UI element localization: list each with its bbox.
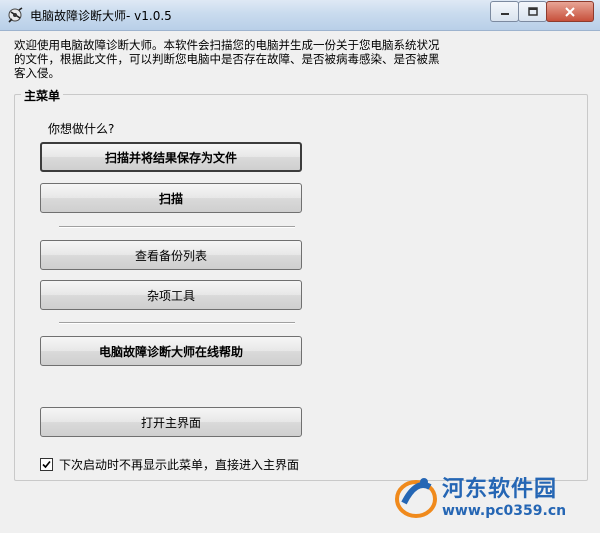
- title-bar: 电脑故障诊断大师- v1.0.5: [0, 0, 600, 31]
- window-title: 电脑故障诊断大师- v1.0.5: [30, 9, 172, 23]
- checkmark-icon: [42, 460, 51, 469]
- minimize-icon: [500, 12, 509, 15]
- window-controls: [490, 1, 594, 22]
- close-button[interactable]: [546, 1, 594, 22]
- intro-text: 欢迎使用电脑故障诊断大师。本软件会扫描您的电脑并生成一份关于您电脑系统状况的文件…: [14, 38, 440, 80]
- separator: [59, 226, 295, 228]
- watermark-logo-icon: [395, 478, 437, 518]
- open-main-interface-button[interactable]: 打开主界面: [40, 407, 302, 437]
- watermark-name: 河东软件园: [442, 476, 558, 502]
- dialog-body: 欢迎使用电脑故障诊断大师。本软件会扫描您的电脑并生成一份关于您电脑系统状况的文件…: [8, 31, 592, 526]
- main-menu-label: 主菜单: [21, 87, 64, 104]
- skip-menu-checkbox[interactable]: [40, 458, 53, 471]
- close-icon: [565, 6, 575, 17]
- online-help-button[interactable]: 电脑故障诊断大师在线帮助: [40, 336, 302, 366]
- skip-menu-checkbox-row[interactable]: 下次启动时不再显示此菜单，直接进入主界面: [40, 456, 299, 473]
- question-label: 你想做什么?: [48, 122, 115, 136]
- maximize-icon: [527, 7, 538, 16]
- view-backup-list-button[interactable]: 查看备份列表: [40, 240, 302, 270]
- watermark-url: www.pc0359.cn: [442, 503, 567, 519]
- main-menu-group: 主菜单 你想做什么? 扫描并将结果保存为文件 扫描 查看备份列表 杂项工具 电脑…: [14, 87, 588, 481]
- watermark: 河东软件园 www.pc0359.cn: [394, 469, 594, 529]
- scan-and-save-button[interactable]: 扫描并将结果保存为文件: [40, 142, 302, 172]
- separator: [59, 322, 295, 324]
- minimize-button[interactable]: [490, 1, 519, 22]
- skip-menu-checkbox-label: 下次启动时不再显示此菜单，直接进入主界面: [59, 458, 300, 472]
- scan-button[interactable]: 扫描: [40, 183, 302, 213]
- misc-tools-button[interactable]: 杂项工具: [40, 280, 302, 310]
- app-icon: [8, 7, 23, 23]
- maximize-button[interactable]: [518, 1, 547, 22]
